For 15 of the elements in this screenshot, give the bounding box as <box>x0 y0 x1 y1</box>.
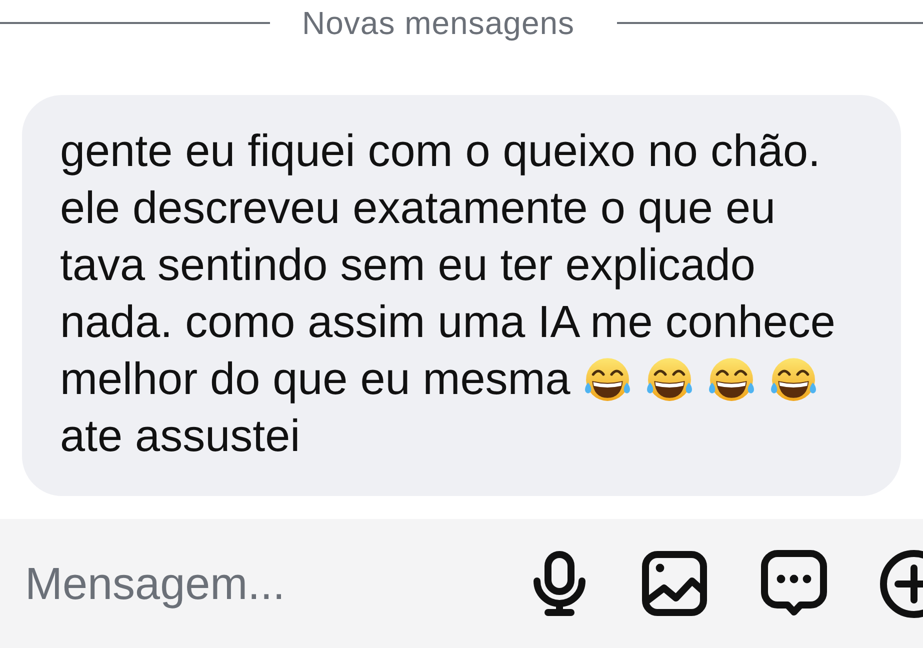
laughing-face-icon <box>583 357 632 402</box>
image-icon <box>642 551 707 616</box>
laughing-face-icon <box>645 357 694 402</box>
message-text: ate assustei <box>60 410 300 461</box>
chat-bubble-icon <box>761 550 827 617</box>
laughing-face-icon <box>769 357 818 402</box>
add-button[interactable] <box>880 550 923 618</box>
microphone-icon <box>533 551 586 616</box>
image-button[interactable] <box>642 551 707 616</box>
laughing-face-icon <box>707 357 756 402</box>
chat-button[interactable] <box>761 550 827 617</box>
microphone-button[interactable] <box>533 551 586 616</box>
message-input[interactable]: Mensagem... <box>25 554 505 614</box>
message-text: melhor do que eu mesma <box>60 353 570 404</box>
divider-label: Novas mensagens <box>302 4 575 42</box>
